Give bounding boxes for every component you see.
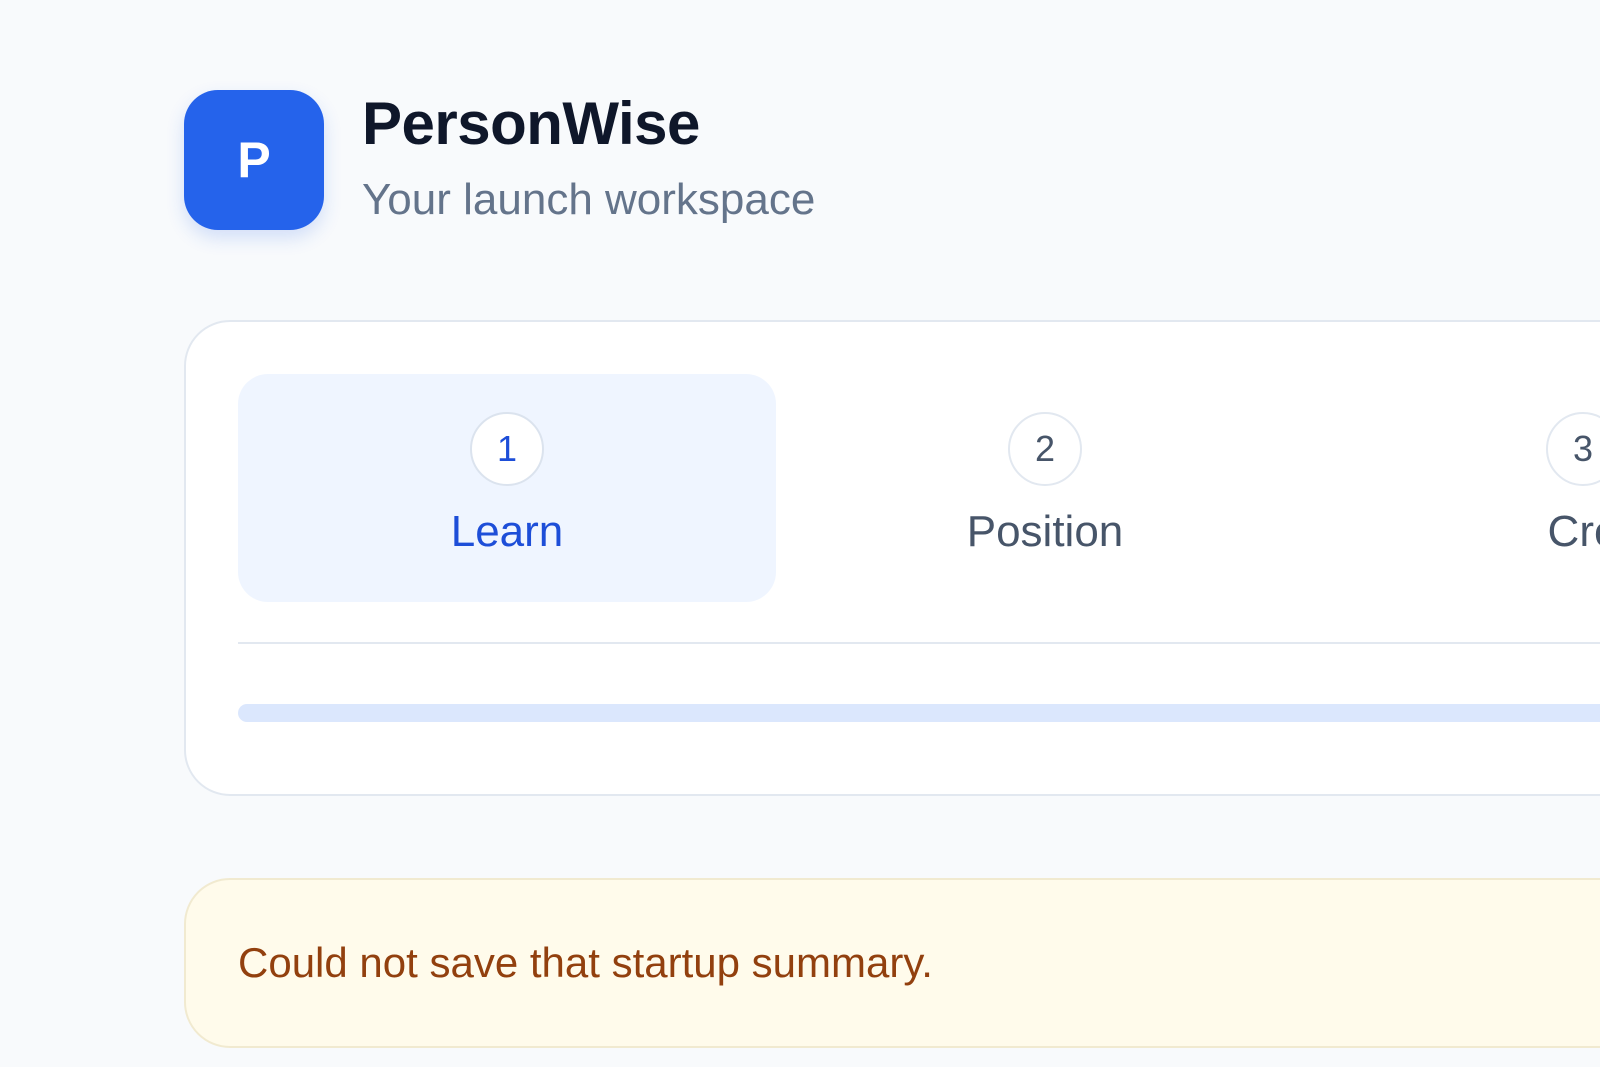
step-list: 1 Learn 2 Position 3 Cre bbox=[238, 374, 1600, 602]
stepper-divider bbox=[238, 642, 1600, 644]
step-number: 3 bbox=[1546, 412, 1600, 486]
app-subtitle: Your launch workspace bbox=[362, 175, 816, 224]
progress-bar bbox=[238, 704, 1600, 722]
page: P PersonWise Your launch workspace 1 Lea… bbox=[0, 0, 1600, 1067]
app-logo: P bbox=[184, 90, 324, 230]
step-learn[interactable]: 1 Learn bbox=[238, 374, 776, 602]
error-alert: Could not save that startup summary. bbox=[184, 878, 1600, 1048]
app-title: PersonWise bbox=[362, 90, 700, 157]
step-label: Learn bbox=[450, 507, 564, 556]
step-label: Position bbox=[966, 507, 1124, 556]
step-label: Cre bbox=[1547, 507, 1600, 556]
step-position[interactable]: 2 Position bbox=[776, 374, 1314, 602]
step-create[interactable]: 3 Cre bbox=[1314, 374, 1600, 602]
stepper-card: 1 Learn 2 Position 3 Cre bbox=[184, 320, 1600, 796]
brand-header: P PersonWise Your launch workspace bbox=[184, 90, 815, 230]
alert-message: Could not save that startup summary. bbox=[238, 939, 933, 986]
step-number: 1 bbox=[470, 412, 544, 486]
brand-text: PersonWise Your launch workspace bbox=[362, 84, 815, 228]
step-number: 2 bbox=[1008, 412, 1082, 486]
logo-letter: P bbox=[237, 132, 271, 188]
